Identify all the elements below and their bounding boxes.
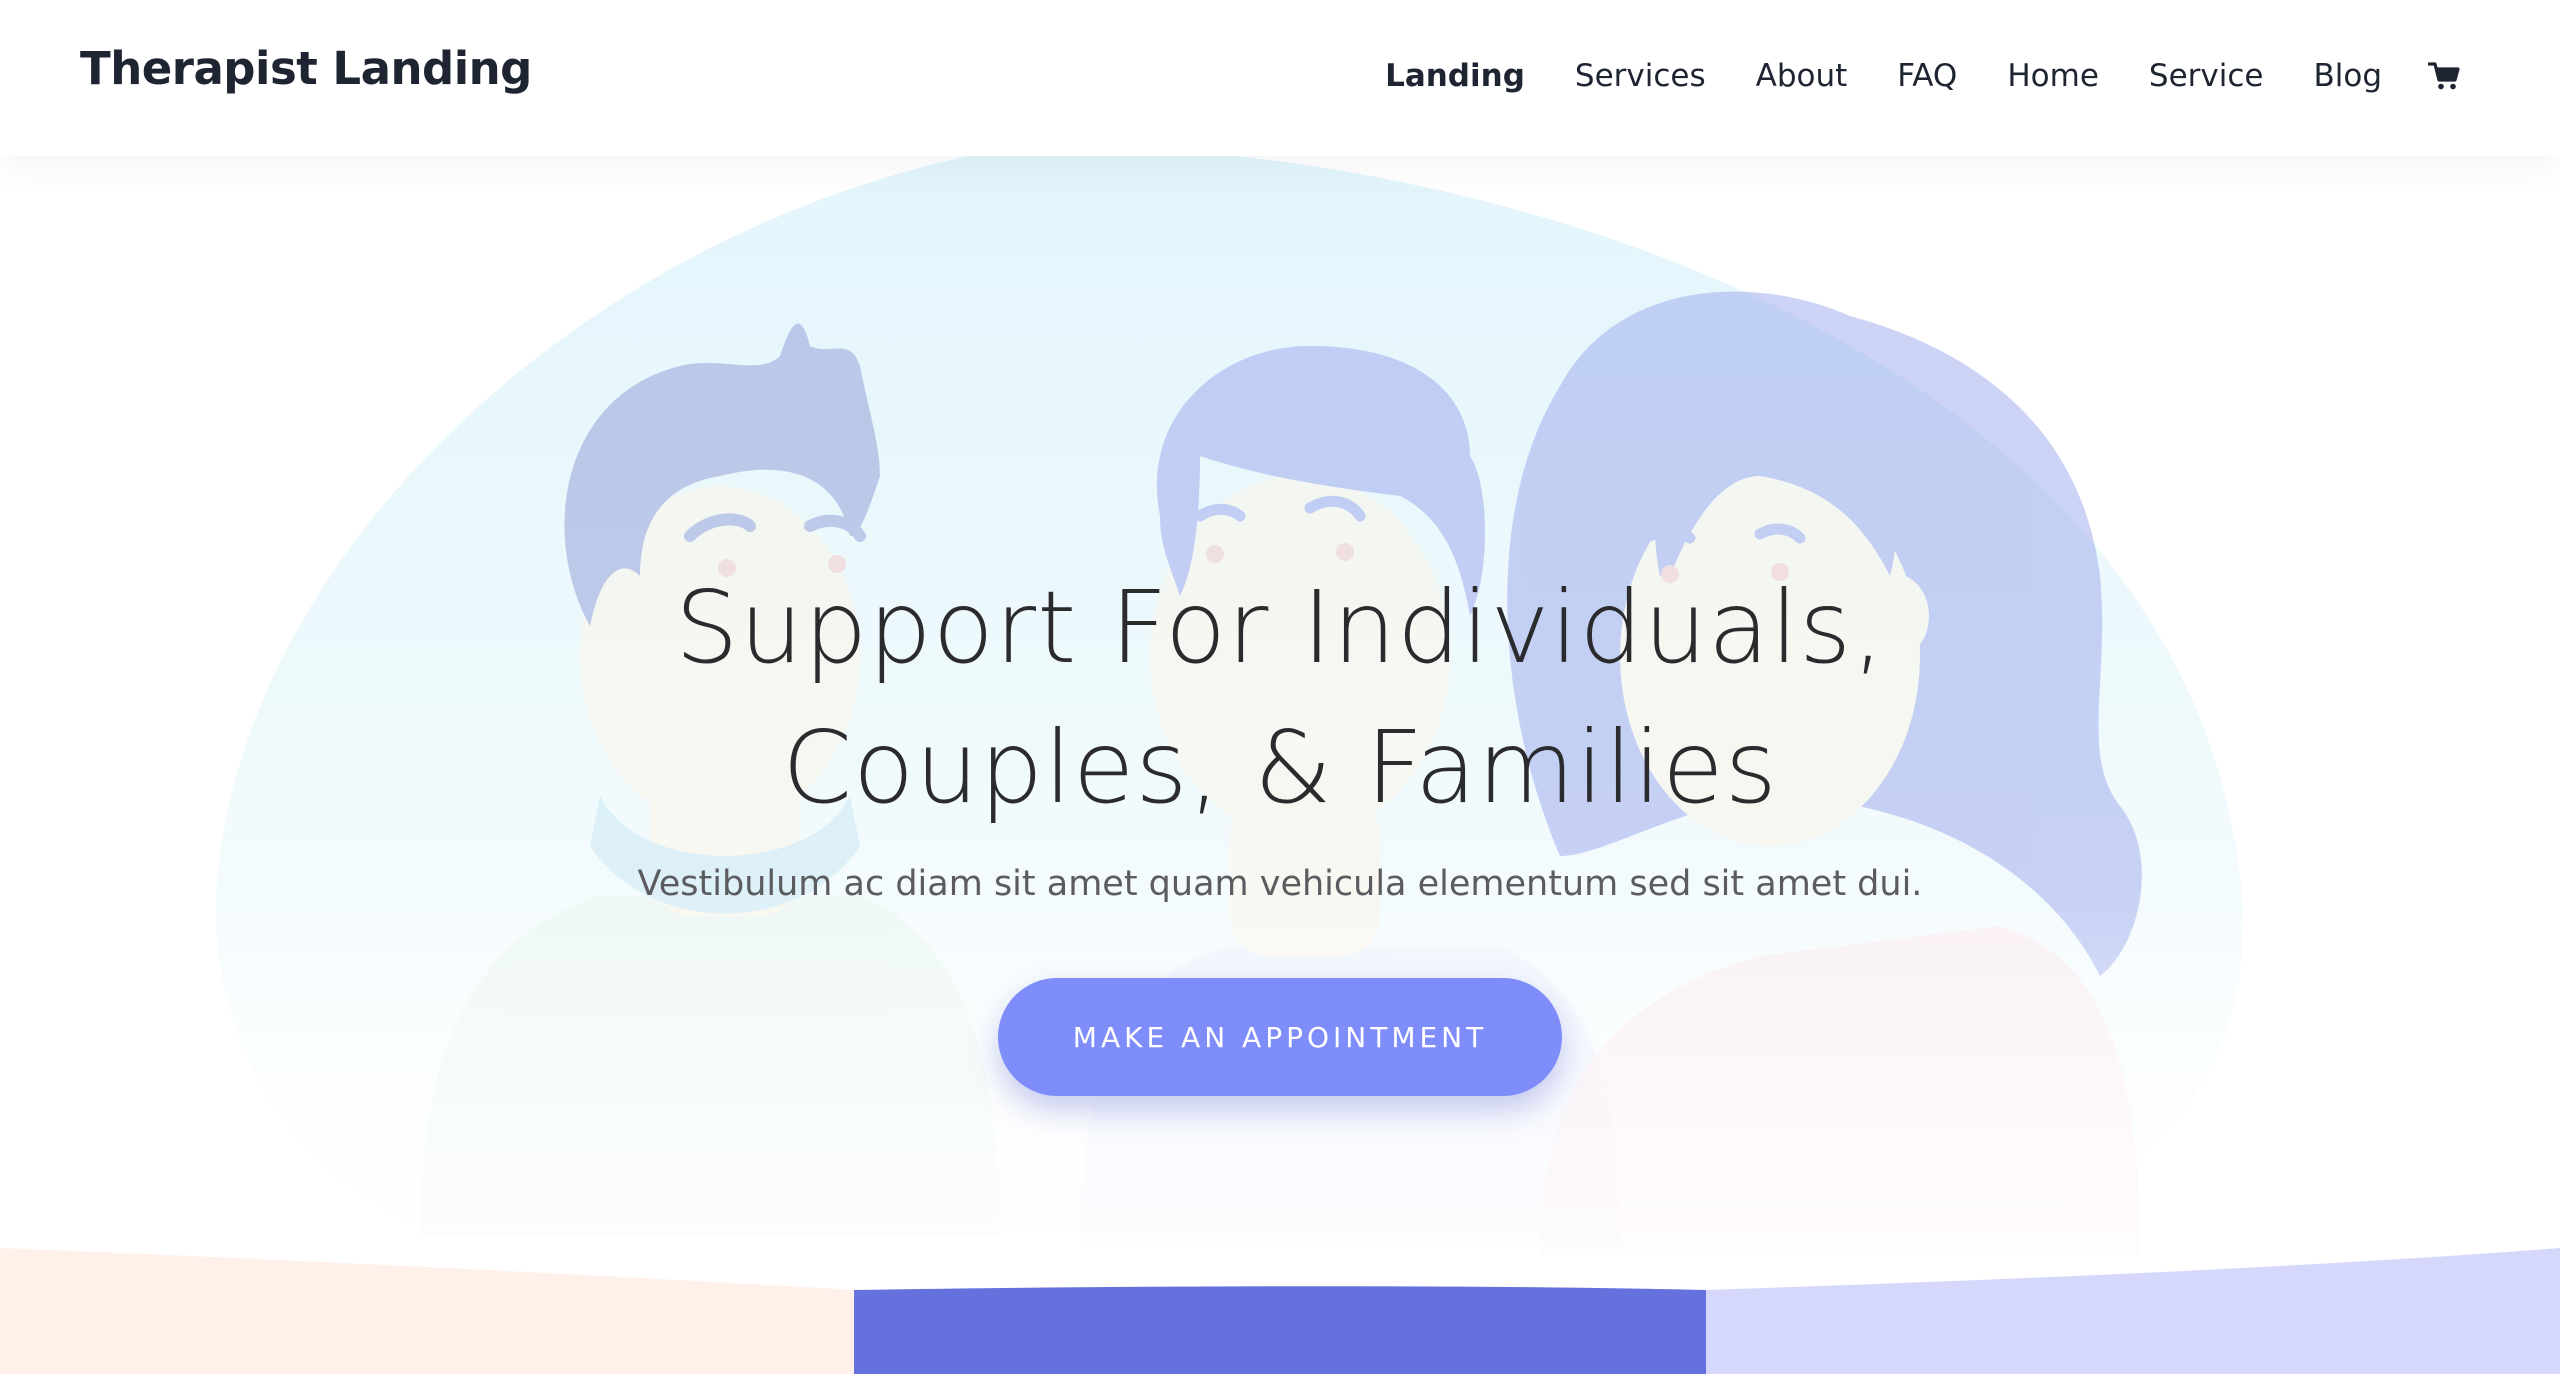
main-nav: Landing Services About FAQ Home Service … — [1335, 50, 2462, 102]
shopping-cart-icon[interactable] — [2426, 58, 2462, 94]
nav-item-blog[interactable]: Blog — [2313, 58, 2382, 94]
hero-title-line-2: Couples, & Families — [782, 709, 1778, 826]
nav-item-home[interactable]: Home — [2007, 58, 2099, 94]
make-appointment-button[interactable]: MAKE AN APPOINTMENT — [998, 978, 1562, 1096]
nav-item-faq[interactable]: FAQ — [1897, 58, 1957, 94]
nav-item-about[interactable]: About — [1756, 58, 1848, 94]
site-header: Therapist Landing Landing Services About… — [0, 0, 2560, 156]
section-divider-strip — [0, 1248, 2560, 1374]
nav-item-landing[interactable]: Landing — [1385, 58, 1525, 94]
hero-subtitle: Vestibulum ac diam sit amet quam vehicul… — [637, 864, 1923, 904]
hero-title: Support For Individuals, Couples, & Fami… — [480, 558, 2080, 838]
hero-section: Support For Individuals, Couples, & Fami… — [0, 156, 2560, 1374]
site-logo[interactable]: Therapist Landing — [80, 42, 532, 95]
nav-item-services[interactable]: Services — [1575, 58, 1706, 94]
hero-title-line-1: Support For Individuals, — [674, 569, 1886, 686]
nav-item-service[interactable]: Service — [2149, 58, 2264, 94]
